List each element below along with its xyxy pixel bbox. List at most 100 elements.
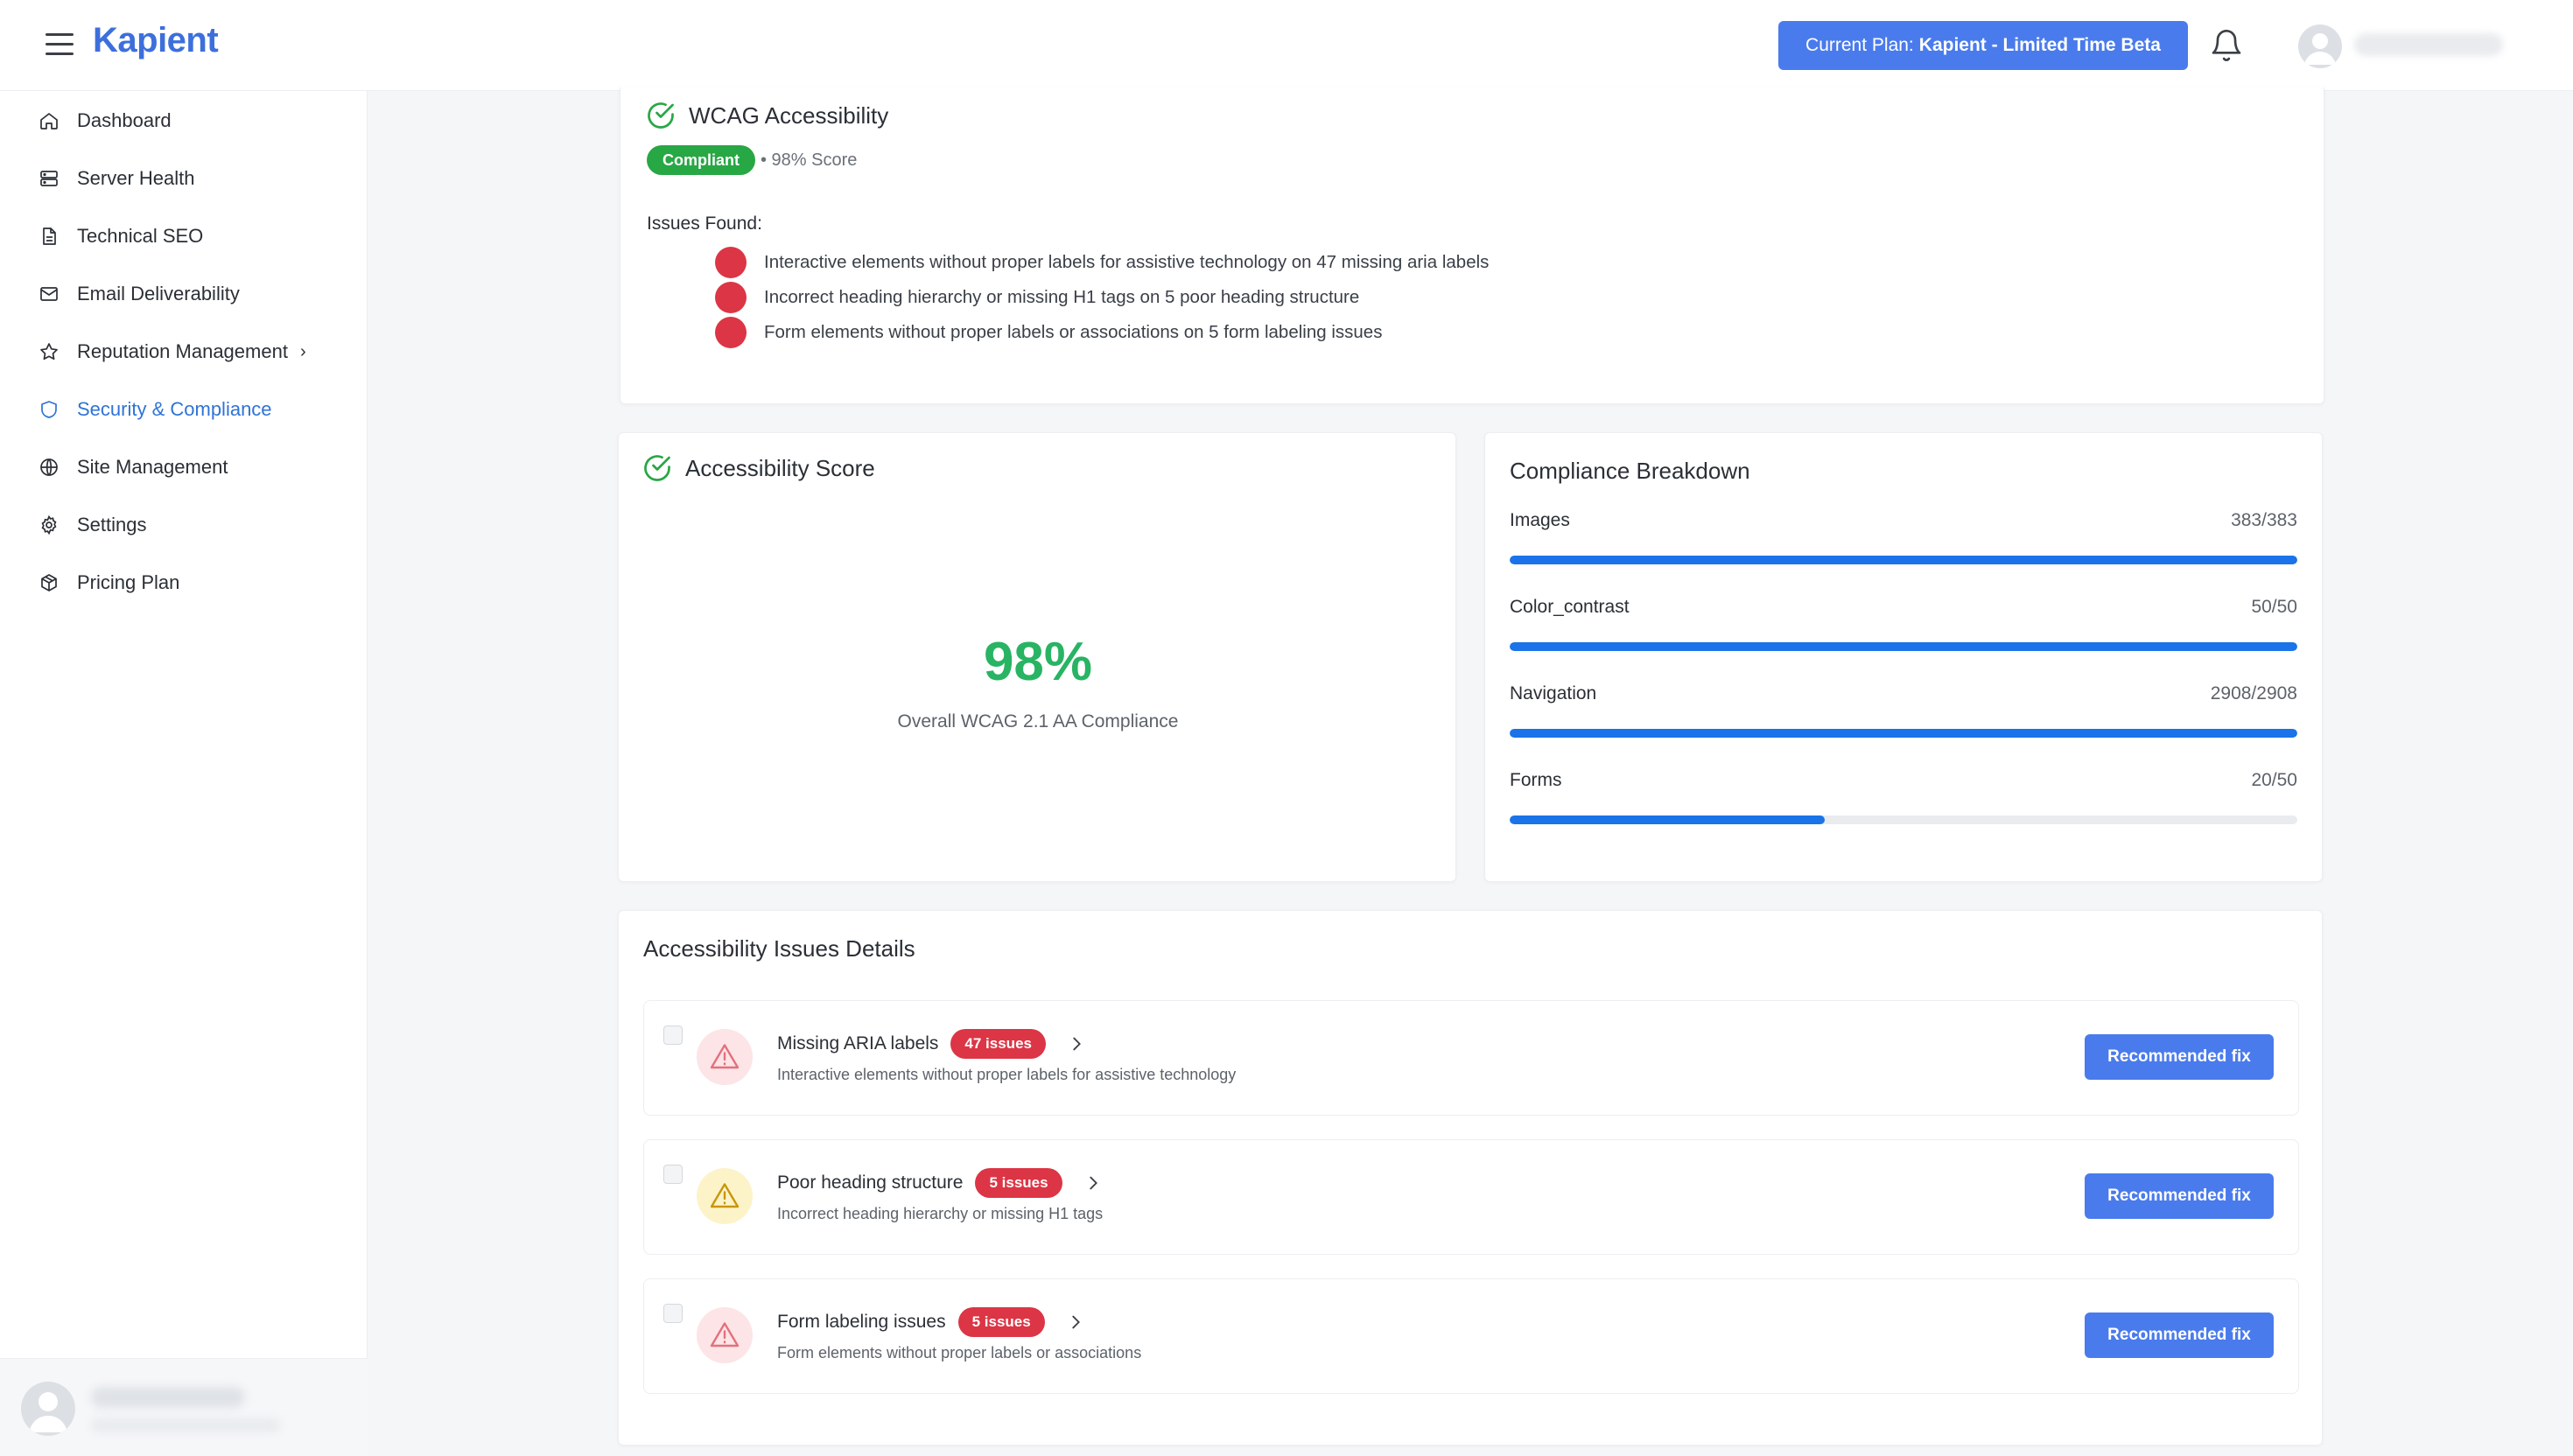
issue-item: Incorrect heading hierarchy or missing H… xyxy=(715,282,1359,313)
issue-count-badge: 47 issues xyxy=(950,1029,1046,1059)
breakdown-value: 2908/2908 xyxy=(2210,683,2297,704)
issue-description: Interactive elements without proper labe… xyxy=(777,1066,1237,1083)
gear-icon xyxy=(41,514,57,536)
wcag-score-text: • 98% Score xyxy=(761,150,858,170)
sidebar-item-dashboard[interactable]: Dashboard xyxy=(39,103,172,138)
warning-icon xyxy=(697,1168,753,1224)
server-icon xyxy=(40,171,58,186)
sidebar-item-label: Technical SEO xyxy=(77,225,204,247)
row-checkbox[interactable] xyxy=(663,1165,683,1184)
user-email-redacted xyxy=(91,1418,280,1432)
issues-found-label: Issues Found: xyxy=(647,214,762,234)
issue-item: Interactive elements without proper labe… xyxy=(715,247,1489,278)
error-dot-icon xyxy=(715,247,747,278)
sidebar-user-panel[interactable] xyxy=(0,1358,368,1456)
warning-icon xyxy=(697,1029,753,1085)
sidebar-item-pricing-plan[interactable]: Pricing Plan xyxy=(39,565,179,600)
check-circle-icon xyxy=(644,455,670,481)
progress-track xyxy=(1510,642,2297,651)
issue-detail-row: Missing ARIA labels 47 issues Interactiv… xyxy=(643,1000,2299,1116)
chevron-right-icon[interactable] xyxy=(1066,1312,1085,1332)
chevron-right-icon[interactable] xyxy=(1067,1034,1086,1054)
sidebar-item-label: Security & Compliance xyxy=(77,398,272,420)
sidebar-item-label: Site Management xyxy=(77,456,228,478)
sidebar-item-technical-seo[interactable]: Technical SEO xyxy=(39,219,203,254)
progress-fill xyxy=(1510,642,2297,651)
user-name-redacted xyxy=(2354,33,2503,56)
issue-title: Poor heading structure 5 issues xyxy=(777,1168,1103,1198)
chevron-right-icon[interactable] xyxy=(1083,1173,1103,1193)
recommended-fix-button[interactable]: Recommended fix xyxy=(2085,1173,2274,1219)
sidebar-item-label: Pricing Plan xyxy=(77,571,180,593)
issue-detail-row: Poor heading structure 5 issues Incorrec… xyxy=(643,1139,2299,1255)
progress-fill xyxy=(1510,729,2297,738)
breakdown-label: Forms xyxy=(1510,770,1562,790)
progress-track xyxy=(1510,816,2297,824)
sidebar-item-label: Dashboard xyxy=(77,109,172,131)
error-dot-icon xyxy=(715,317,747,348)
sidebar-item-site-management[interactable]: Site Management xyxy=(39,450,228,485)
breakdown-value: 20/50 xyxy=(2251,770,2297,790)
issue-detail-row: Form labeling issues 5 issues Form eleme… xyxy=(643,1278,2299,1394)
breakdown-label: Images xyxy=(1510,510,1570,530)
breakdown-value: 50/50 xyxy=(2251,597,2297,617)
accessibility-score-card: Accessibility Score 98% Overall WCAG 2.1… xyxy=(618,432,1456,882)
globe-icon xyxy=(40,458,58,476)
chevron-right-icon[interactable]: › xyxy=(300,342,306,362)
shield-icon xyxy=(41,401,57,418)
progress-track xyxy=(1510,729,2297,738)
score-card-title: Accessibility Score xyxy=(641,452,875,484)
issue-title: Missing ARIA labels 47 issues xyxy=(777,1029,1086,1059)
bell-icon[interactable] xyxy=(2209,28,2244,63)
issue-count-badge: 5 issues xyxy=(975,1168,1062,1198)
warning-icon xyxy=(697,1307,753,1363)
progress-track xyxy=(1510,556,2297,564)
plan-name: Kapient - Limited Time Beta xyxy=(1918,35,2161,55)
user-avatar[interactable] xyxy=(2298,24,2342,68)
recommended-fix-button[interactable]: Recommended fix xyxy=(2085,1034,2274,1080)
star-icon xyxy=(40,343,58,360)
compliance-breakdown-card: Compliance Breakdown Images 383/383 Color_… xyxy=(1484,432,2323,882)
avatar[interactable] xyxy=(21,1382,75,1436)
progress-fill xyxy=(1510,556,2297,564)
error-dot-icon xyxy=(715,282,747,313)
sidebar-item-server-health[interactable]: Server Health xyxy=(39,161,195,196)
package-icon xyxy=(41,574,57,592)
breakdown-title: Compliance Breakdown xyxy=(1510,458,1750,484)
status-badge: Compliant xyxy=(647,145,755,175)
sidebar-item-reputation-management[interactable]: Reputation Management › xyxy=(39,334,306,369)
recommended-fix-button[interactable]: Recommended fix xyxy=(2085,1312,2274,1358)
sidebar-item-security-compliance[interactable]: Security & Compliance xyxy=(39,392,272,427)
issue-description: Form elements without proper labels or a… xyxy=(777,1344,1142,1362)
wcag-title: WCAG Accessibility xyxy=(645,100,888,131)
overall-score-caption: Overall WCAG 2.1 AA Compliance xyxy=(897,711,1179,732)
wcag-accessibility-card: WCAG Accessibility Compliant • 98% Score… xyxy=(620,88,2324,404)
issue-title: Form labeling issues 5 issues xyxy=(777,1307,1085,1337)
breakdown-label: Navigation xyxy=(1510,683,1597,704)
sidebar: Dashboard Server Health Technical SEO Em… xyxy=(0,91,368,1456)
issue-item: Form elements without proper labels or a… xyxy=(715,317,1382,348)
current-plan-button[interactable]: Current Plan: Kapient - Limited Time Bet… xyxy=(1778,21,2188,70)
sidebar-item-settings[interactable]: Settings xyxy=(39,508,147,542)
row-checkbox[interactable] xyxy=(663,1026,683,1045)
user-name-redacted xyxy=(91,1387,245,1408)
mail-icon xyxy=(40,287,58,301)
row-checkbox[interactable] xyxy=(663,1304,683,1323)
document-icon xyxy=(43,228,56,245)
home-icon xyxy=(40,113,58,130)
sidebar-item-label: Reputation Management xyxy=(77,340,288,362)
sidebar-item-label: Server Health xyxy=(77,167,195,189)
progress-fill xyxy=(1510,816,1825,824)
breakdown-value: 383/383 xyxy=(2231,510,2297,530)
sidebar-item-email-deliverability[interactable]: Email Deliverability xyxy=(39,276,240,312)
issue-description: Incorrect heading hierarchy or missing H… xyxy=(777,1205,1104,1222)
check-circle-icon xyxy=(648,102,674,129)
app-logo[interactable]: Kapient xyxy=(93,21,219,60)
top-header: Kapient Current Plan: Kapient - Limited … xyxy=(0,0,2573,91)
overall-score-value: 98% xyxy=(983,632,1093,692)
menu-icon[interactable] xyxy=(46,33,74,56)
issue-count-badge: 5 issues xyxy=(957,1307,1045,1337)
accessibility-issues-details-card: Accessibility Issues Details Missing ARI… xyxy=(618,910,2323,1446)
sidebar-item-label: Email Deliverability xyxy=(77,283,240,304)
sidebar-item-label: Settings xyxy=(77,514,147,536)
